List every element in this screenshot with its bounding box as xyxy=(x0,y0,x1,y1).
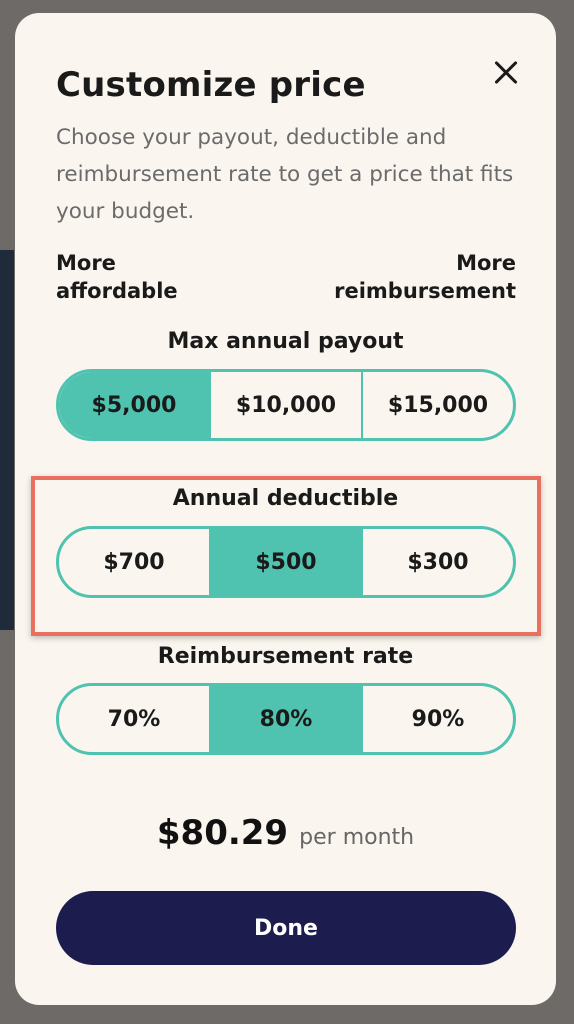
scale-label-reimbursement: More reimbursement xyxy=(334,251,516,303)
reimbursement-selector: 70% 80% 90% xyxy=(56,683,516,755)
modal-subtitle: Choose your payout, deductible and reimb… xyxy=(56,125,514,224)
scale-label-affordable: More affordable xyxy=(56,251,178,303)
payout-label: Max annual payout xyxy=(167,329,404,354)
modal-title: Customize price xyxy=(56,65,366,105)
payout-option[interactable]: $10,000 xyxy=(211,372,363,438)
reimbursement-option[interactable]: 80% xyxy=(211,686,363,752)
reimbursement-option[interactable]: 70% xyxy=(59,686,211,752)
payout-selector: $5,000 $10,000 $15,000 xyxy=(56,369,516,441)
deductible-option[interactable]: $700 xyxy=(59,529,211,595)
deductible-selector: $700 $500 $300 xyxy=(56,526,516,598)
deductible-label: Annual deductible xyxy=(172,486,399,511)
price-amount: $80.29 xyxy=(156,813,289,853)
close-icon[interactable] xyxy=(488,55,524,91)
deductible-option[interactable]: $500 xyxy=(211,529,363,595)
done-button[interactable]: Done xyxy=(56,891,516,965)
deductible-option[interactable]: $300 xyxy=(363,529,513,595)
payout-option[interactable]: $15,000 xyxy=(363,372,513,438)
reimbursement-option[interactable]: 90% xyxy=(363,686,513,752)
payout-option[interactable]: $5,000 xyxy=(59,372,211,438)
background-banner xyxy=(0,250,14,630)
monthly-price: $80.29 per month xyxy=(15,813,556,853)
customize-price-modal: Customize price Choose your payout, dedu… xyxy=(15,13,556,1005)
price-unit: per month xyxy=(299,825,415,850)
reimbursement-label: Reimbursement rate xyxy=(157,644,414,669)
